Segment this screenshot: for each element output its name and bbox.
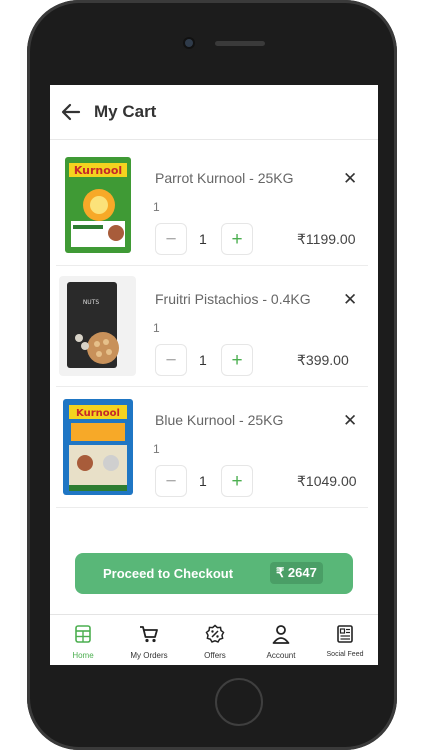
decrement-button[interactable]: − (155, 223, 187, 255)
quantity-value: 1 (199, 352, 207, 368)
item-price: ₹1049.00 (297, 473, 357, 489)
decrement-button[interactable]: − (155, 344, 187, 376)
nav-item-account[interactable]: Account (248, 615, 314, 665)
cart-total-badge: ₹ 2647 (270, 562, 323, 584)
nav-label: My Orders (130, 651, 168, 660)
increment-button[interactable]: + (221, 223, 253, 255)
cart-item: Kurnool Parrot Kurnool - 25KG 1 ✕ − 1 + … (56, 145, 368, 266)
product-image-text: NUTS (83, 299, 100, 306)
product-image: Kurnool (59, 155, 136, 255)
cart-item: Kurnool Blue Kurnool - 25KG 1 ✕ − 1 + ₹1… (56, 387, 368, 508)
product-name: Blue Kurnool - 25KG (155, 412, 284, 428)
offer-tag-icon (205, 624, 225, 643)
feed-icon (337, 625, 353, 643)
nav-label: Social Feed (326, 651, 364, 658)
nav-item-offers[interactable]: Offers (182, 615, 248, 665)
product-name: Fruitri Pistachios - 0.4KG (155, 291, 311, 307)
decrement-button[interactable]: − (155, 465, 187, 497)
home-hardware-button[interactable] (215, 678, 263, 726)
product-unit-quantity: 1 (153, 442, 160, 456)
nav-item-my-orders[interactable]: My Orders (116, 615, 182, 665)
back-arrow-icon[interactable] (60, 101, 82, 123)
quantity-value: 1 (199, 473, 207, 489)
item-price: ₹1199.00 (297, 231, 356, 247)
remove-item-button[interactable]: ✕ (343, 290, 357, 310)
increment-button[interactable]: + (221, 344, 253, 376)
product-image-text: Kurnool (74, 164, 122, 177)
product-name: Parrot Kurnool - 25KG (155, 170, 294, 186)
nav-item-social-feed[interactable]: Social Feed (312, 615, 378, 665)
product-image: Kurnool (59, 397, 136, 497)
product-unit-quantity: 1 (153, 321, 160, 335)
nav-label: Offers (204, 651, 226, 660)
nav-label: Account (266, 651, 296, 660)
product-image-text: Kurnool (76, 408, 120, 419)
checkout-label: Proceed to Checkout (103, 566, 234, 581)
product-unit-quantity: 1 (153, 200, 160, 214)
home-icon (75, 625, 91, 643)
cart-item: NUTS Fruitri Pistachios - 0.4KG 1 ✕ − 1 … (56, 266, 368, 387)
bottom-navigation: Home My Orders Offers Account Social Fee… (50, 614, 378, 665)
product-image: NUTS (59, 276, 136, 376)
app-screen: My Cart Kurnool Parrot Kurnool - 25KG 1 … (50, 85, 378, 665)
cart-icon (140, 626, 158, 643)
nav-label: Home (72, 651, 94, 660)
page-title: My Cart (94, 102, 157, 121)
app-header: My Cart (50, 85, 378, 140)
camera-icon (185, 39, 193, 47)
user-icon (272, 625, 290, 644)
remove-item-button[interactable]: ✕ (343, 411, 357, 431)
remove-item-button[interactable]: ✕ (343, 169, 357, 189)
nav-item-home[interactable]: Home (50, 615, 116, 665)
proceed-to-checkout-button[interactable]: Proceed to Checkout ₹ 2647 (75, 553, 353, 594)
quantity-value: 1 (199, 231, 207, 247)
increment-button[interactable]: + (221, 465, 253, 497)
item-price: ₹399.00 (297, 352, 349, 368)
speaker-grille (215, 41, 265, 46)
